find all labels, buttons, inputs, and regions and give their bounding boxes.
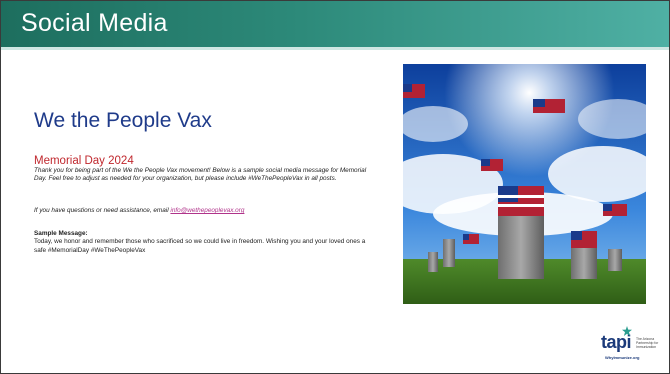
memorial-flags-photo [403,64,646,304]
header-title: Social Media [21,9,168,37]
contact-email-link[interactable]: info@wethepeoplevax.org [170,207,244,214]
intro-text: Thank you for being part of the We the P… [34,167,367,182]
sample-heading: Sample Message: [34,230,88,237]
star-icon [622,326,632,336]
header-divider [1,47,669,50]
contact-prefix: If you have questions or need assistance… [34,207,171,214]
event-title: Memorial Day 2024 [34,155,134,167]
tapi-url: WhyImmunize.org [605,355,640,360]
tapi-tagline: The Arizona Partnership for Immunization [636,337,659,349]
contact-line: If you have questions or need assistance… [34,207,374,214]
org-title: We the People Vax [34,109,212,132]
slide: Social Media We the People Vax Memorial … [0,0,670,374]
sample-message: Today, we honor and remember those who s… [34,238,366,254]
tapi-logo: tapi The Arizona Partnership for Immuniz… [601,326,665,368]
header-bar: Social Media [1,1,669,47]
